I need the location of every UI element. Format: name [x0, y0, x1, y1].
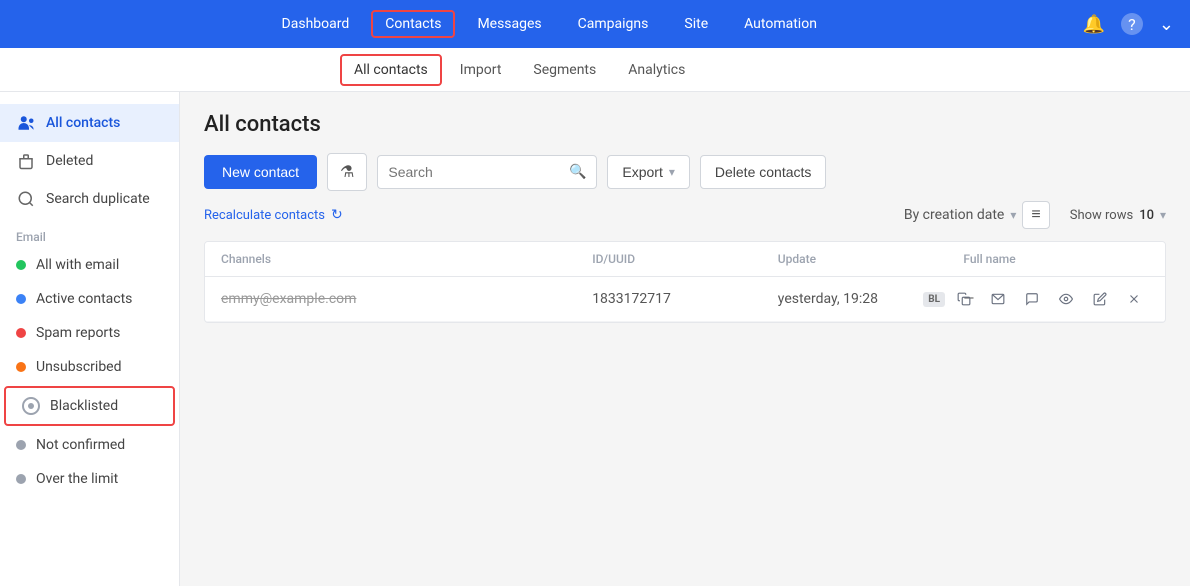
- contact-action-view[interactable]: [1051, 284, 1081, 314]
- sidebar-label-active-contacts: Active contacts: [36, 291, 132, 307]
- sidebar-label-spam-reports: Spam reports: [36, 325, 120, 341]
- sidebar-label-blacklisted: Blacklisted: [50, 398, 118, 414]
- contact-action-chat[interactable]: [1017, 284, 1047, 314]
- subnav-import[interactable]: Import: [446, 54, 516, 86]
- red-dot: [16, 328, 26, 338]
- help-icon[interactable]: ?: [1121, 13, 1143, 35]
- col-channels: Channels: [221, 252, 592, 266]
- show-rows-chevron-icon: ▾: [1160, 208, 1166, 222]
- orange-dot: [16, 362, 26, 372]
- export-label: Export: [622, 164, 662, 180]
- sidebar-item-active-contacts[interactable]: Active contacts: [0, 282, 179, 316]
- table-header: Channels ID/UUID Update Full name: [205, 242, 1165, 277]
- filter-icon: ⚗: [340, 162, 354, 182]
- toolbar: New contact ⚗ 🔍 Export ▾ Delete contacts: [204, 153, 1166, 191]
- nav-contacts[interactable]: Contacts: [371, 10, 455, 38]
- sidebar-item-search-duplicate[interactable]: Search duplicate: [0, 180, 179, 218]
- subnav-all-contacts[interactable]: All contacts: [340, 54, 442, 86]
- top-navigation: Dashboard Contacts Messages Campaigns Si…: [0, 0, 1190, 48]
- contact-action-copy[interactable]: [949, 284, 979, 314]
- gray-dot-over-limit: [16, 474, 26, 484]
- contact-email: emmy@example.com: [221, 291, 592, 307]
- sidebar-item-spam-reports[interactable]: Spam reports: [0, 316, 179, 350]
- sidebar-item-all-with-email[interactable]: All with email: [0, 248, 179, 282]
- delete-contacts-button[interactable]: Delete contacts: [700, 155, 827, 189]
- sidebar-label-all-with-email: All with email: [36, 257, 119, 273]
- sub-navigation: All contacts Import Segments Analytics: [0, 48, 1190, 92]
- row-actions: BL: [923, 284, 1149, 314]
- sort-label: By creation date: [904, 207, 1005, 223]
- bell-icon[interactable]: 🔔: [1082, 14, 1104, 35]
- show-rows: Show rows 10 ▾: [1070, 208, 1166, 223]
- sidebar-label-search-duplicate: Search duplicate: [46, 191, 150, 207]
- email-section-label: Email: [0, 218, 179, 248]
- sidebar-label-deleted: Deleted: [46, 153, 93, 169]
- green-dot: [16, 260, 26, 270]
- search-wrapper: 🔍: [377, 155, 597, 189]
- sidebar-item-unsubscribed[interactable]: Unsubscribed: [0, 350, 179, 384]
- user-menu-icon[interactable]: ⌄: [1159, 14, 1174, 35]
- col-update: Update: [778, 252, 964, 266]
- sidebar-item-over-limit[interactable]: Over the limit: [0, 462, 179, 496]
- sort-controls: By creation date ▾ ≡ Show rows 10 ▾: [904, 201, 1166, 229]
- search-duplicate-icon: [16, 189, 36, 209]
- subnav-segments[interactable]: Segments: [519, 54, 610, 86]
- show-rows-count: 10: [1139, 208, 1154, 223]
- table-row: emmy@example.com 1833172717 yesterday, 1…: [205, 277, 1165, 322]
- sidebar-label-all-contacts: All contacts: [46, 115, 120, 131]
- sidebar-item-not-confirmed[interactable]: Not confirmed: [0, 428, 179, 462]
- nav-campaigns[interactable]: Campaigns: [564, 10, 663, 38]
- contact-action-email[interactable]: [983, 284, 1013, 314]
- subnav-analytics[interactable]: Analytics: [614, 54, 699, 86]
- nav-messages[interactable]: Messages: [463, 10, 555, 38]
- contact-id: 1833172717: [592, 291, 778, 307]
- recalculate-icon: ↻: [331, 207, 343, 223]
- nav-automation[interactable]: Automation: [730, 10, 831, 38]
- col-fullname: Full name: [963, 252, 1149, 266]
- col-id: ID/UUID: [592, 252, 778, 266]
- main-layout: All contacts Deleted Search duplicate Em…: [0, 92, 1190, 586]
- top-nav-items: Dashboard Contacts Messages Campaigns Si…: [16, 10, 1082, 38]
- sidebar-label-over-limit: Over the limit: [36, 471, 118, 487]
- export-button[interactable]: Export ▾: [607, 155, 690, 189]
- nav-dashboard[interactable]: Dashboard: [268, 10, 364, 38]
- blacklisted-ring-icon: [22, 397, 40, 415]
- new-contact-button[interactable]: New contact: [204, 155, 317, 189]
- gray-dot-not-confirmed: [16, 440, 26, 450]
- sidebar: All contacts Deleted Search duplicate Em…: [0, 92, 180, 586]
- main-content: All contacts New contact ⚗ 🔍 Export ▾ De…: [180, 92, 1190, 586]
- search-icon: 🔍: [569, 164, 586, 180]
- sidebar-label-not-confirmed: Not confirmed: [36, 437, 125, 453]
- all-contacts-icon: [16, 113, 36, 133]
- sidebar-label-unsubscribed: Unsubscribed: [36, 359, 122, 375]
- recalculate-link[interactable]: Recalculate contacts ↻: [204, 207, 343, 223]
- recalculate-label: Recalculate contacts: [204, 208, 325, 223]
- nav-site[interactable]: Site: [670, 10, 722, 38]
- page-title: All contacts: [204, 112, 1166, 137]
- blue-dot: [16, 294, 26, 304]
- search-input[interactable]: [388, 156, 569, 188]
- contact-action-delete[interactable]: [1119, 284, 1149, 314]
- sidebar-item-blacklisted[interactable]: Blacklisted: [4, 386, 175, 426]
- top-nav-right: 🔔 ? ⌄: [1082, 13, 1174, 35]
- sort-chevron-icon: ▾: [1010, 208, 1016, 222]
- sort-order-button[interactable]: ≡: [1022, 201, 1049, 229]
- contacts-table: Channels ID/UUID Update Full name emmy@e…: [204, 241, 1166, 323]
- sidebar-item-all-contacts[interactable]: All contacts: [0, 104, 179, 142]
- sidebar-item-deleted[interactable]: Deleted: [0, 142, 179, 180]
- deleted-icon: [16, 151, 36, 171]
- bl-badge[interactable]: BL: [923, 292, 945, 307]
- recalculate-row: Recalculate contacts ↻ By creation date …: [204, 201, 1166, 229]
- contact-action-edit[interactable]: [1085, 284, 1115, 314]
- filter-button[interactable]: ⚗: [327, 153, 367, 191]
- show-rows-label: Show rows: [1070, 208, 1133, 223]
- export-chevron-icon: ▾: [669, 165, 675, 179]
